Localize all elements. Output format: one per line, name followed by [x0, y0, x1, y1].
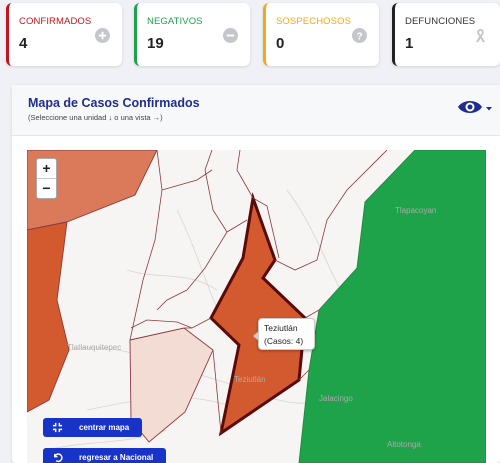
negative-label: NEGATIVOS — [147, 16, 203, 27]
label-jalacingo: Jalacingo — [319, 394, 353, 403]
ribbon-icon — [475, 28, 486, 43]
region-low-cases[interactable] — [129, 327, 214, 443]
choropleth-map[interactable]: Tlatlauquitepec Tlapacoyan Jalacingo Alt… — [27, 150, 486, 463]
map-tooltip: Teziutlán (Casos: 4) — [253, 318, 315, 350]
undo-icon — [54, 453, 63, 463]
confirmed-label: CONFIRMADOS — [19, 16, 92, 27]
label-altotonga: Altotonga — [387, 440, 421, 449]
center-map-label: centrar mapa — [79, 423, 130, 432]
region-green-east[interactable] — [298, 150, 486, 463]
municipalities — [27, 150, 486, 463]
label-teziutlan-city: Teziutlán — [234, 375, 266, 384]
tooltip-name: Teziutlán — [264, 323, 298, 333]
back-to-national-label: regresar a Nacional — [79, 453, 154, 462]
minus-circle-icon — [223, 28, 238, 43]
center-map-button[interactable]: centrar mapa — [43, 418, 142, 437]
zoom-control: + − — [36, 158, 57, 199]
suspect-card: SOSPECHOSOS 0 ? — [263, 3, 379, 66]
map-subtitle: (Seleccione una unidad ↓ o una vista →) — [28, 113, 163, 122]
region-teziutlan[interactable] — [209, 192, 307, 437]
plus-circle-icon — [95, 28, 110, 43]
compress-icon — [52, 422, 63, 433]
negative-card: NEGATIVOS 19 — [134, 3, 250, 66]
map-header: Mapa de Casos Confirmados (Seleccione un… — [12, 85, 500, 136]
deaths-card: DEFUNCIONES 1 — [392, 3, 500, 66]
region-left[interactable] — [27, 221, 70, 413]
map-title: Mapa de Casos Confirmados — [28, 96, 200, 110]
tooltip-cases: (Casos: 4) — [264, 336, 304, 346]
suspect-label: SOSPECHOSOS — [276, 16, 352, 27]
zoom-out-button[interactable]: − — [37, 178, 56, 198]
deaths-label: DEFUNCIONES — [405, 16, 476, 27]
label-tlapacoyan: Tlapacoyan — [395, 206, 436, 215]
question-circle-icon: ? — [352, 28, 367, 43]
label-tlatlauquitepec: Tlatlauquitepec — [67, 343, 121, 352]
zoom-in-button[interactable]: + — [37, 159, 56, 178]
map-canvas[interactable]: Tlatlauquitepec Tlapacoyan Jalacingo Alt… — [27, 150, 486, 463]
back-to-national-button[interactable]: regresar a Nacional — [43, 448, 166, 463]
eye-icon[interactable] — [456, 97, 496, 117]
svg-text:?: ? — [356, 31, 362, 42]
confirmed-card: CONFIRMADOS 4 — [6, 3, 122, 66]
